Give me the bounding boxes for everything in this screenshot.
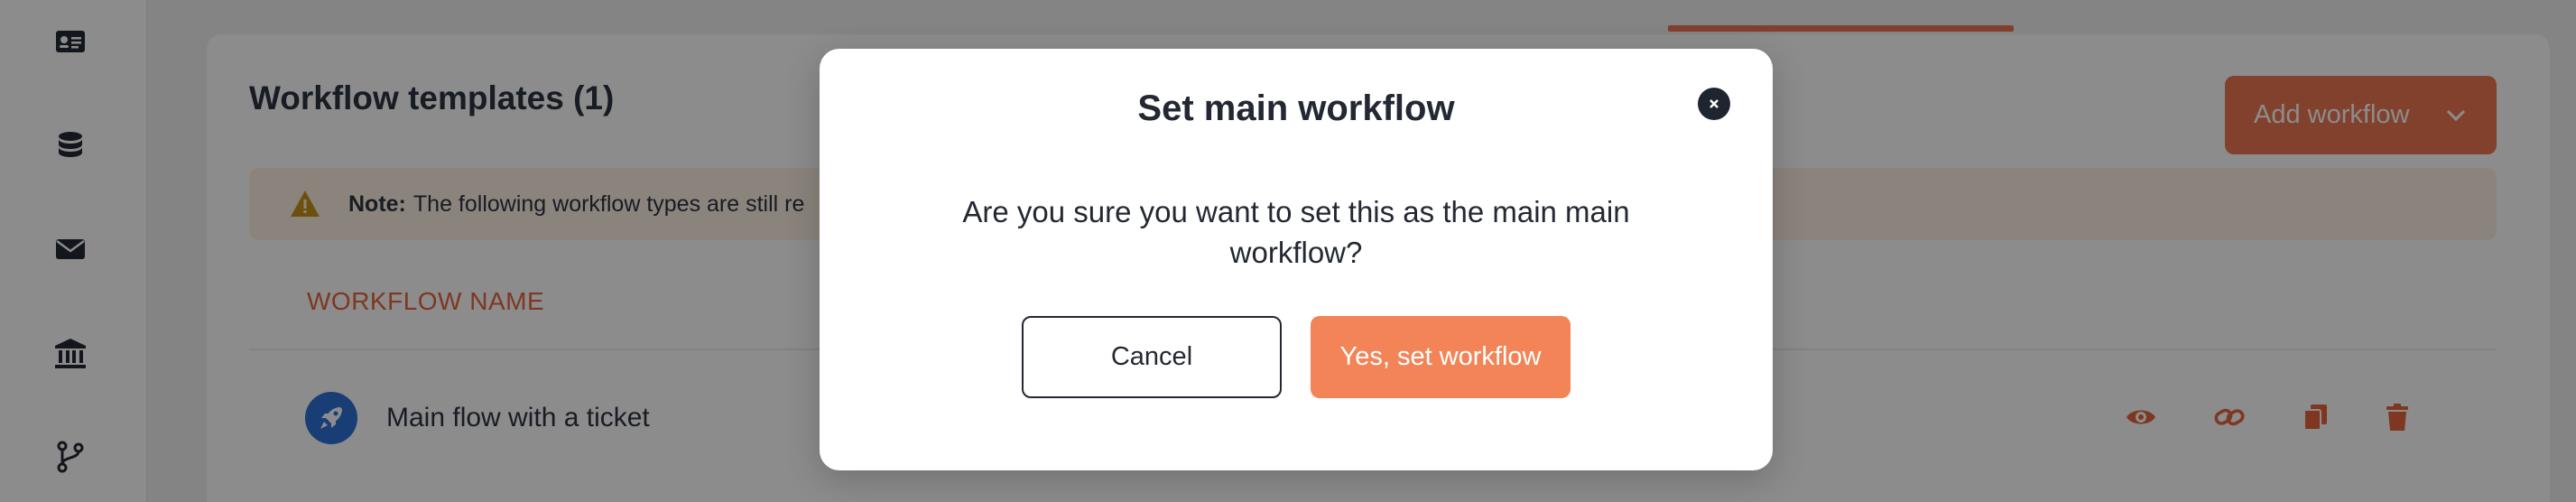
close-button[interactable] <box>1698 88 1730 120</box>
dialog-title: Set main workflow <box>1137 88 1455 128</box>
cancel-button[interactable]: Cancel <box>1022 316 1282 398</box>
dialog-message: Are you sure you want to set this as the… <box>962 195 1630 269</box>
confirm-button[interactable]: Yes, set workflow <box>1311 316 1571 398</box>
close-icon <box>1710 99 1719 108</box>
set-main-workflow-dialog: Set main workflow Are you sure you want … <box>820 49 1773 470</box>
